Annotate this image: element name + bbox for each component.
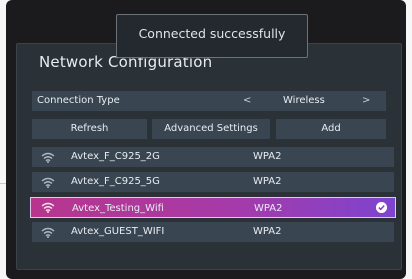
toast-notification: Connected successfully xyxy=(116,14,308,58)
screen: Network Configuration Connection Type < … xyxy=(0,0,412,279)
chevron-left-icon[interactable]: < xyxy=(243,91,251,111)
network-list-item-selected[interactable]: Avtex_Testing_Wifi WPA2 xyxy=(30,197,396,218)
advanced-settings-button[interactable]: Advanced Settings xyxy=(152,119,270,139)
network-security: WPA2 xyxy=(253,176,282,187)
add-network-button[interactable]: Add xyxy=(276,119,386,139)
connection-type-selector[interactable]: Connection Type < Wireless > xyxy=(32,91,386,111)
connection-type-label: Connection Type xyxy=(37,95,120,106)
wifi-icon xyxy=(41,227,55,238)
network-list-item[interactable]: Avtex_F_C925_5G WPA2 xyxy=(32,172,394,192)
network-security: WPA2 xyxy=(253,226,282,237)
refresh-button[interactable]: Refresh xyxy=(32,119,147,139)
network-ssid: Avtex_GUEST_WIFI xyxy=(71,226,165,237)
network-ssid: Avtex_F_C925_2G xyxy=(71,151,160,162)
network-list-item[interactable]: Avtex_GUEST_WIFI WPA2 xyxy=(32,222,394,242)
chevron-right-icon[interactable]: > xyxy=(362,91,370,111)
network-ssid: Avtex_Testing_Wifi xyxy=(72,203,164,214)
connection-type-value: Wireless xyxy=(283,95,325,106)
check-circle-icon xyxy=(376,202,387,213)
network-list-item[interactable]: Avtex_F_C925_2G WPA2 xyxy=(32,147,394,167)
wifi-icon xyxy=(41,152,55,163)
wifi-icon xyxy=(41,202,55,213)
network-ssid: Avtex_F_C925_5G xyxy=(71,176,160,187)
network-configuration-dialog: Network Configuration Connection Type < … xyxy=(16,43,402,270)
network-security: WPA2 xyxy=(254,203,283,214)
wifi-icon xyxy=(41,177,55,188)
network-security: WPA2 xyxy=(253,151,282,162)
